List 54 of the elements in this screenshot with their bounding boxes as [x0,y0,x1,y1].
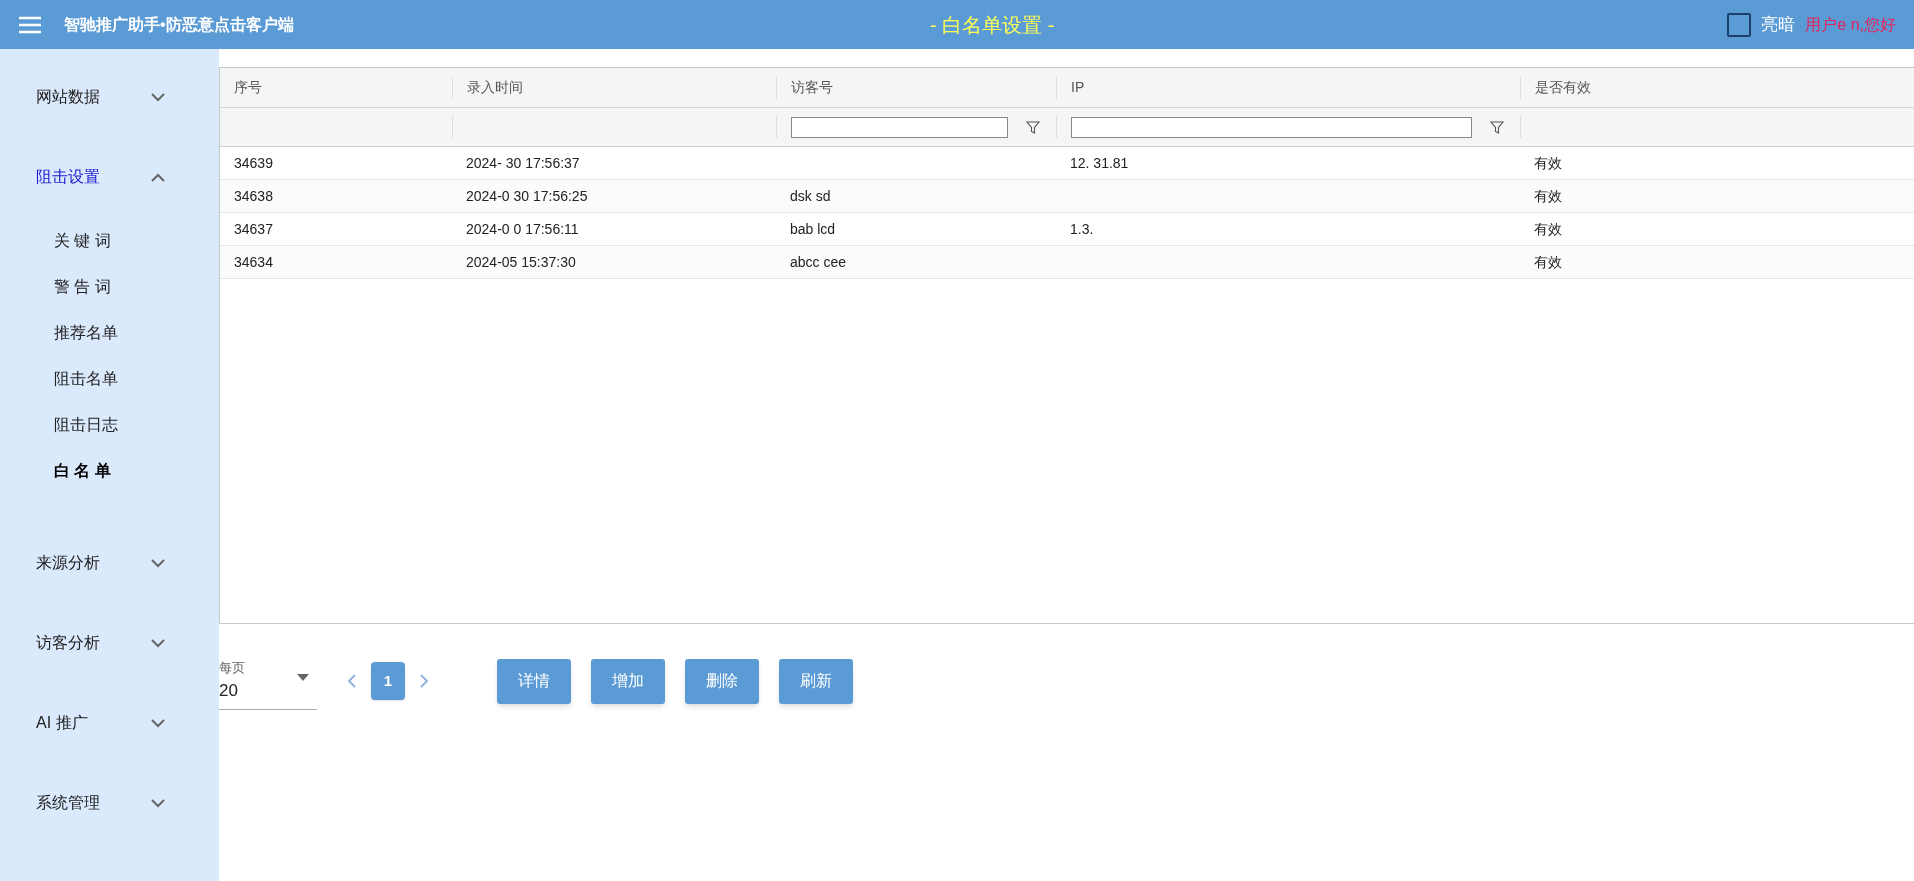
chevron-down-icon [151,92,165,102]
sidebar-group[interactable]: AI 推广 [0,707,219,739]
chevron-down-icon [151,638,165,648]
filter-field[interactable] [1071,116,1472,138]
sidebar-group[interactable]: 网站数据 [0,81,219,113]
sidebar-item[interactable]: 推荐名单 [0,317,219,349]
table-cell: abcc cee [790,254,847,270]
table-cell: 34634 [234,254,273,270]
table-cell: 2024-0 0 17:56:11 [466,221,579,237]
theme-checkbox[interactable] [1727,12,1752,37]
sidebar-item[interactable]: 阻击名单 [0,363,219,395]
app-title: 智驰推广助手•防恶意点击客户端 [64,14,294,35]
table-cell: 有效 [1534,221,1562,237]
column-header[interactable]: 录入时间 [453,77,523,98]
sidebar-item[interactable]: 关 键 词 [0,225,219,257]
sidebar-item[interactable]: 阻击日志 [0,409,219,441]
table-cell: 34639 [234,155,273,171]
filter-icon[interactable] [1026,120,1040,134]
sidebar-group[interactable]: 阻击设置 [0,161,219,193]
table-cell: 有效 [1534,155,1562,171]
table-cell: 2024-0 30 17:56:25 [466,188,588,204]
sidebar-group[interactable]: 来源分析 [0,547,219,579]
sidebar-group[interactable]: 访客分析 [0,627,219,659]
table-cell: 有效 [1534,254,1562,270]
sidebar-group[interactable]: 系统管理 [0,787,219,819]
chevron-left-icon[interactable] [347,673,357,689]
chevron-down-icon [151,718,165,728]
table-cell: bab lcd [790,221,836,237]
column-header[interactable]: 序号 [220,77,262,98]
table-cell: 有效 [1534,188,1562,204]
table-cell: dsk sd [790,188,831,204]
menu-icon[interactable] [18,15,42,34]
filter-field[interactable] [791,116,1008,138]
sidebar-item[interactable]: 白 名 单 [0,455,219,487]
table-cell: 34637 [234,221,273,237]
table-cell: 2024- 30 17:56:37 [466,155,580,171]
column-header[interactable]: 是否有效 [1521,77,1591,98]
column-header[interactable]: 访客号 [777,77,833,98]
table-cell: 2024-05 15:37:30 [466,254,576,270]
table-cell: 34638 [234,188,273,204]
dropdown-caret-icon [297,674,309,681]
filter-icon[interactable] [1490,120,1504,134]
column-header[interactable]: IP [1057,77,1085,98]
chevron-down-icon [151,558,165,568]
user-greeting: 用户e n,您好 [1805,14,1896,35]
page-title: - 白名单设置 - [930,12,1055,38]
page-size-select[interactable]: 每页 20 [219,652,317,710]
sidebar-item[interactable]: 警 告 词 [0,271,219,303]
table-cell: 1.3. [1070,221,1094,237]
chevron-right-icon[interactable] [419,673,429,689]
theme-label: 亮暗 [1761,13,1796,36]
table-cell: 12. 31.81 [1070,155,1129,171]
chevron-down-icon [151,798,165,808]
chevron-up-icon [151,172,165,182]
